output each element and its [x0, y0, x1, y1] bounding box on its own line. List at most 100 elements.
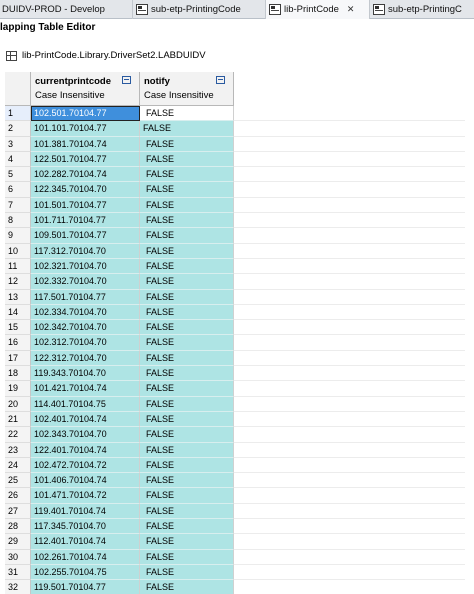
table-row[interactable]: 11 102.321.70104.70 FALSE — [5, 258, 465, 275]
table-row[interactable]: 14 102.334.70104.70 FALSE — [5, 304, 465, 321]
table-row[interactable]: 27 119.401.70104.74 FALSE — [5, 503, 465, 520]
cell-notify[interactable]: FALSE — [140, 335, 234, 351]
row-number[interactable]: 23 — [5, 442, 31, 458]
row-number[interactable]: 32 — [5, 580, 31, 594]
table-row[interactable]: 10 117.312.70104.70 FALSE — [5, 243, 465, 259]
cell-currentprintcode[interactable]: 101.381.70104.74 — [31, 136, 140, 152]
cell-notify[interactable]: FALSE — [140, 320, 234, 336]
table-row[interactable]: 16 102.312.70104.70 FALSE — [5, 335, 465, 351]
cell-notify[interactable]: FALSE — [140, 519, 234, 535]
cell-currentprintcode[interactable]: 122.345.70104.70 — [31, 182, 140, 198]
cell-notify[interactable]: FALSE — [140, 381, 234, 397]
row-number[interactable]: 4 — [5, 151, 31, 168]
cell-notify[interactable]: FALSE — [140, 411, 234, 428]
table-row[interactable]: 20 114.401.70104.75 FALSE — [5, 396, 465, 412]
cell-currentprintcode[interactable]: 102.255.70104.75 — [31, 564, 140, 581]
cell-notify[interactable]: FALSE — [140, 182, 234, 198]
row-number[interactable]: 15 — [5, 320, 31, 336]
table-row[interactable]: 19 101.421.70104.74 FALSE — [5, 381, 465, 397]
table-row[interactable]: 4 122.501.70104.77 FALSE — [5, 151, 465, 168]
tab-sub-etp-printingc[interactable]: sub-etp-PrintingC — [370, 0, 474, 19]
table-row[interactable]: 26 101.471.70104.72 FALSE — [5, 488, 465, 504]
cell-notify[interactable]: FALSE — [140, 488, 234, 504]
cell-notify[interactable]: FALSE — [140, 427, 234, 443]
cell-notify[interactable]: FALSE — [140, 304, 234, 321]
row-number[interactable]: 8 — [5, 213, 31, 229]
row-number[interactable]: 1 — [5, 106, 31, 122]
row-number[interactable]: 28 — [5, 519, 31, 535]
cell-notify[interactable]: FALSE — [140, 167, 234, 183]
cell-notify[interactable]: FALSE — [140, 243, 234, 259]
table-row[interactable]: 25 101.406.70104.74 FALSE — [5, 473, 465, 489]
cell-currentprintcode[interactable]: 119.501.70104.77 — [31, 580, 140, 594]
filter-icon[interactable] — [216, 76, 225, 84]
table-row[interactable]: 1 102.501.70104.77 FALSE — [5, 106, 465, 122]
cell-currentprintcode[interactable]: 102.342.70104.70 — [31, 320, 140, 336]
table-row[interactable]: 6 122.345.70104.70 FALSE — [5, 182, 465, 198]
table-row[interactable]: 18 119.343.70104.70 FALSE — [5, 366, 465, 382]
cell-currentprintcode[interactable]: 122.501.70104.77 — [31, 151, 140, 168]
cell-notify[interactable]: FALSE — [140, 213, 234, 229]
row-number[interactable]: 9 — [5, 228, 31, 244]
cell-notify[interactable]: FALSE — [140, 534, 234, 550]
tab-lib-printcode[interactable]: lib-PrintCode ✕ — [266, 0, 370, 19]
cell-notify[interactable]: FALSE — [140, 197, 234, 214]
cell-currentprintcode[interactable]: 122.312.70104.70 — [31, 350, 140, 367]
row-number[interactable]: 29 — [5, 534, 31, 550]
cell-currentprintcode[interactable]: 102.312.70104.70 — [31, 335, 140, 351]
table-row[interactable]: 7 101.501.70104.77 FALSE — [5, 197, 465, 214]
cell-notify[interactable]: FALSE — [140, 228, 234, 244]
cell-notify[interactable]: FALSE — [140, 564, 234, 581]
close-icon[interactable]: ✕ — [347, 4, 355, 15]
cell-currentprintcode[interactable]: 101.501.70104.77 — [31, 197, 140, 214]
cell-notify[interactable]: FALSE — [140, 580, 234, 594]
table-row[interactable]: 13 117.501.70104.77 FALSE — [5, 289, 465, 305]
cell-currentprintcode[interactable]: 102.282.70104.74 — [31, 167, 140, 183]
row-number[interactable]: 30 — [5, 549, 31, 565]
table-row[interactable]: 3 101.381.70104.74 FALSE — [5, 136, 465, 152]
cell-currentprintcode[interactable]: 101.101.70104.77 — [31, 121, 140, 137]
row-number[interactable]: 22 — [5, 427, 31, 443]
table-row[interactable]: 21 102.401.70104.74 FALSE — [5, 411, 465, 428]
row-number[interactable]: 5 — [5, 167, 31, 183]
table-row[interactable]: 24 102.472.70104.72 FALSE — [5, 457, 465, 474]
table-row[interactable]: 28 117.345.70104.70 FALSE — [5, 519, 465, 535]
cell-currentprintcode[interactable]: 122.401.70104.74 — [31, 442, 140, 458]
cell-currentprintcode[interactable]: 102.334.70104.70 — [31, 304, 140, 321]
cell-currentprintcode[interactable]: 117.345.70104.70 — [31, 519, 140, 535]
cell-currentprintcode[interactable]: 119.401.70104.74 — [31, 503, 140, 520]
cell-currentprintcode[interactable]: 114.401.70104.75 — [31, 396, 140, 412]
cell-currentprintcode[interactable]: 102.472.70104.72 — [31, 457, 140, 474]
row-number[interactable]: 13 — [5, 289, 31, 305]
cell-notify[interactable]: FALSE — [140, 442, 234, 458]
cell-notify[interactable]: FALSE — [140, 350, 234, 367]
cell-notify[interactable]: FALSE — [140, 503, 234, 520]
cell-notify[interactable]: FALSE — [140, 136, 234, 152]
cell-notify[interactable]: FALSE — [140, 366, 234, 382]
row-number[interactable]: 25 — [5, 473, 31, 489]
cell-notify[interactable]: FALSE — [140, 473, 234, 489]
cell-currentprintcode[interactable]: 101.421.70104.74 — [31, 381, 140, 397]
table-row[interactable]: 5 102.282.70104.74 FALSE — [5, 167, 465, 183]
cell-currentprintcode[interactable]: 101.406.70104.74 — [31, 473, 140, 489]
row-number[interactable]: 24 — [5, 457, 31, 474]
row-number[interactable]: 2 — [5, 121, 31, 137]
row-number[interactable]: 27 — [5, 503, 31, 520]
cell-currentprintcode[interactable]: 109.501.70104.77 — [31, 228, 140, 244]
cell-currentprintcode[interactable]: 101.711.70104.77 — [31, 213, 140, 229]
table-row[interactable]: 32 119.501.70104.77 FALSE — [5, 580, 465, 594]
column-header-currentprintcode[interactable]: currentprintcode Case Insensitive — [31, 72, 140, 106]
cell-currentprintcode[interactable]: 102.401.70104.74 — [31, 411, 140, 428]
table-row[interactable]: 31 102.255.70104.75 FALSE — [5, 564, 465, 581]
table-row[interactable]: 12 102.332.70104.70 FALSE — [5, 274, 465, 290]
row-number[interactable]: 3 — [5, 136, 31, 152]
cell-currentprintcode[interactable]: 102.332.70104.70 — [31, 274, 140, 290]
cell-notify[interactable]: FALSE — [140, 549, 234, 565]
row-number[interactable]: 11 — [5, 258, 31, 275]
cell-currentprintcode[interactable]: 102.261.70104.74 — [31, 549, 140, 565]
cell-currentprintcode[interactable]: 117.312.70104.70 — [31, 243, 140, 259]
cell-notify[interactable]: FALSE — [140, 289, 234, 305]
cell-currentprintcode[interactable]: 102.501.70104.77 — [31, 106, 140, 122]
cell-notify[interactable]: FALSE — [140, 274, 234, 290]
tab-duidv-prod[interactable]: DUIDV-PROD - Develop — [0, 0, 133, 19]
